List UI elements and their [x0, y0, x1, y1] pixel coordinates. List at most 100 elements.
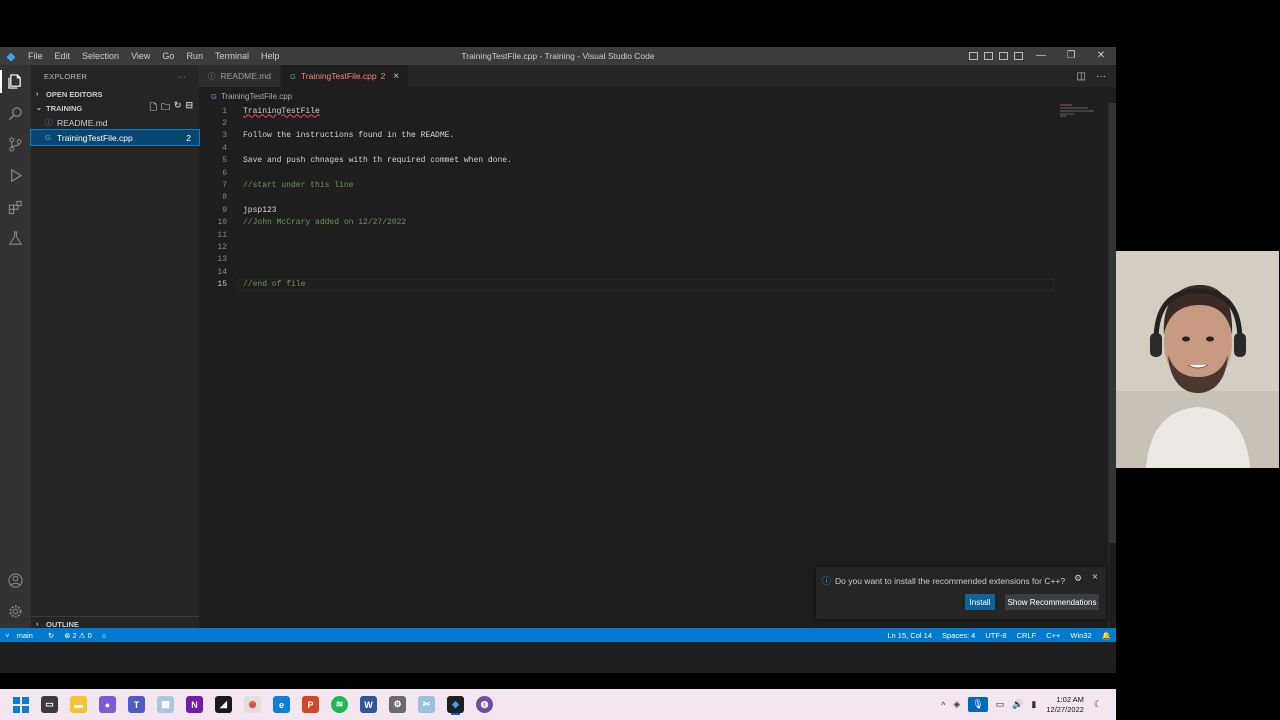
display-icon[interactable]: ▭	[996, 699, 1005, 710]
task-view-icon[interactable]: ▭	[41, 696, 58, 713]
run-debug-icon[interactable]	[7, 167, 24, 184]
notification-close-icon[interactable]: ×	[1092, 572, 1098, 583]
menu-go[interactable]: Go	[156, 47, 180, 65]
editor-scrollbar[interactable]	[1108, 103, 1116, 631]
code-line[interactable]: 13	[199, 254, 1108, 266]
code-line[interactable]: 12	[199, 241, 1108, 253]
menu-selection[interactable]: Selection	[76, 47, 125, 65]
vscode-taskbar-icon[interactable]: ◆	[447, 696, 464, 713]
live-share-icon[interactable]: ⌂	[97, 631, 112, 640]
file-item-trainingtestfile[interactable]: G TrainingTestFile.cpp 2	[30, 129, 200, 146]
obs-icon[interactable]: ◍	[476, 696, 493, 713]
code-line[interactable]: 11	[199, 229, 1108, 241]
code-line[interactable]: 6	[199, 167, 1108, 179]
extensions-icon[interactable]	[7, 199, 24, 216]
terminal-app-icon[interactable]: ◢	[215, 696, 232, 713]
vscode-window: ◆ File Edit Selection View Go Run Termin…	[0, 47, 1116, 720]
sync-icon[interactable]: ↻	[43, 631, 59, 640]
close-tab-icon[interactable]: ×	[393, 71, 399, 82]
more-actions-icon[interactable]: ···	[178, 72, 186, 81]
show-recommendations-button[interactable]: Show Recommendations	[1005, 594, 1099, 610]
chrome-icon[interactable]: ◉	[244, 696, 261, 713]
scrollbar-thumb[interactable]	[1109, 103, 1116, 543]
powerpoint-icon[interactable]: P	[302, 696, 319, 713]
code-line[interactable]: 5 Save and push chnages with th required …	[199, 155, 1108, 167]
code-line[interactable]: 9 jpsp123	[199, 204, 1108, 216]
notifications-bell-icon[interactable]: 🔔	[1097, 631, 1116, 640]
code-line[interactable]: 10 //John McCrary added on 12/27/2022	[199, 217, 1108, 229]
code-editor[interactable]: 1 TrainingTestFile 2 3 Follow the instructio…	[199, 103, 1108, 631]
minimize-button[interactable]: —	[1026, 47, 1056, 65]
menu-help[interactable]: Help	[255, 47, 286, 65]
platform-config[interactable]: Win32	[1065, 631, 1096, 640]
problems-indicator[interactable]: ⊗ 2 ⚠ 0	[59, 631, 97, 640]
spotify-icon[interactable]: ≋	[331, 696, 348, 713]
start-windows-icon[interactable]	[12, 696, 29, 713]
battery-icon[interactable]: ▮	[1031, 699, 1036, 710]
line-number: 8	[222, 193, 227, 203]
customize-layout-icon[interactable]	[1014, 52, 1023, 60]
microphone-icon[interactable]: 🎙	[968, 697, 988, 712]
maximize-button[interactable]: ❐	[1056, 47, 1086, 65]
indentation[interactable]: Spaces: 4	[937, 631, 980, 640]
edge-icon[interactable]: e	[273, 696, 290, 713]
file-explorer-icon[interactable]: ▬	[70, 696, 87, 713]
code-line[interactable]: 4	[199, 142, 1108, 154]
tab-trainingtestfile[interactable]: G TrainingTestFile.cpp 2 ×	[281, 65, 410, 87]
focus-moon-icon[interactable]: ☾	[1094, 699, 1102, 710]
toggle-primary-sidebar-icon[interactable]	[969, 52, 978, 60]
vpn-icon[interactable]: ◈	[953, 699, 960, 710]
encoding[interactable]: UTF-8	[980, 631, 1011, 640]
accounts-icon[interactable]	[7, 572, 24, 589]
refresh-icon[interactable]: ↻	[174, 100, 182, 116]
code-line[interactable]: 14	[199, 266, 1108, 278]
split-editor-icon[interactable]: ◫	[1077, 71, 1086, 82]
new-folder-icon[interactable]: 🗀	[161, 100, 170, 116]
collapse-all-icon[interactable]: ⊟	[185, 100, 193, 116]
code-line[interactable]: 2	[199, 117, 1108, 129]
training-folder-section[interactable]: ⌄ TRAINING 🗋 🗀 ↻ ⊟	[31, 100, 199, 116]
minimap[interactable]	[1058, 103, 1108, 123]
editor-more-actions-icon[interactable]: ···	[1096, 71, 1106, 82]
photos-icon[interactable]: ▦	[157, 696, 174, 713]
notification-settings-gear-icon[interactable]: ⚙	[1074, 573, 1082, 584]
explorer-icon[interactable]	[0, 70, 24, 93]
chevron-up-icon[interactable]: ^	[941, 700, 945, 710]
menu-terminal[interactable]: Terminal	[209, 47, 255, 65]
menu-edit[interactable]: Edit	[49, 47, 77, 65]
menu-file[interactable]: File	[22, 47, 49, 65]
cursor-position[interactable]: Ln 15, Col 14	[882, 631, 937, 640]
code-line[interactable]: 3 Follow the instructions found in the RE…	[199, 130, 1108, 142]
chat-app-icon[interactable]: ●	[99, 696, 116, 713]
teams-icon[interactable]: T	[128, 696, 145, 713]
open-editors-section[interactable]: › OPEN EDITORS	[31, 87, 199, 101]
onenote-icon[interactable]: N	[186, 696, 203, 713]
snipping-tool-icon[interactable]: ✂	[418, 696, 435, 713]
search-icon[interactable]	[7, 105, 24, 122]
file-item-readme[interactable]: ⓘ README.md	[31, 115, 199, 130]
code-line[interactable]: 15 //end of file	[199, 278, 1108, 291]
breadcrumb[interactable]: G TrainingTestFile.cpp	[211, 90, 292, 102]
tab-readme[interactable]: ⓘ README.md	[199, 65, 282, 87]
word-icon[interactable]: W	[360, 696, 377, 713]
clock[interactable]: 1:02 AM 12/27/2022	[1046, 695, 1084, 715]
branch-indicator[interactable]: ⑂ main	[0, 631, 43, 640]
settings-app-icon[interactable]: ⚙	[389, 696, 406, 713]
source-control-icon[interactable]	[7, 136, 24, 153]
close-window-button[interactable]: ✕	[1086, 47, 1116, 65]
volume-icon[interactable]: 🔊	[1012, 699, 1023, 710]
code-line[interactable]: 8	[199, 192, 1108, 204]
line-ending[interactable]: CRLF	[1012, 631, 1042, 640]
code-line[interactable]: 7 //start under this line	[199, 179, 1108, 191]
testing-icon[interactable]	[7, 230, 24, 247]
menu-run[interactable]: Run	[180, 47, 209, 65]
manage-gear-icon[interactable]	[7, 603, 24, 620]
code-line[interactable]: 1 TrainingTestFile	[199, 105, 1108, 117]
toggle-secondary-sidebar-icon[interactable]	[999, 52, 1008, 60]
new-file-icon[interactable]: 🗋	[150, 100, 157, 116]
current-line-highlight	[238, 278, 1054, 291]
install-button[interactable]: Install	[965, 594, 995, 610]
menu-view[interactable]: View	[125, 47, 156, 65]
language-mode[interactable]: C++	[1041, 631, 1065, 640]
toggle-panel-icon[interactable]	[984, 52, 993, 60]
